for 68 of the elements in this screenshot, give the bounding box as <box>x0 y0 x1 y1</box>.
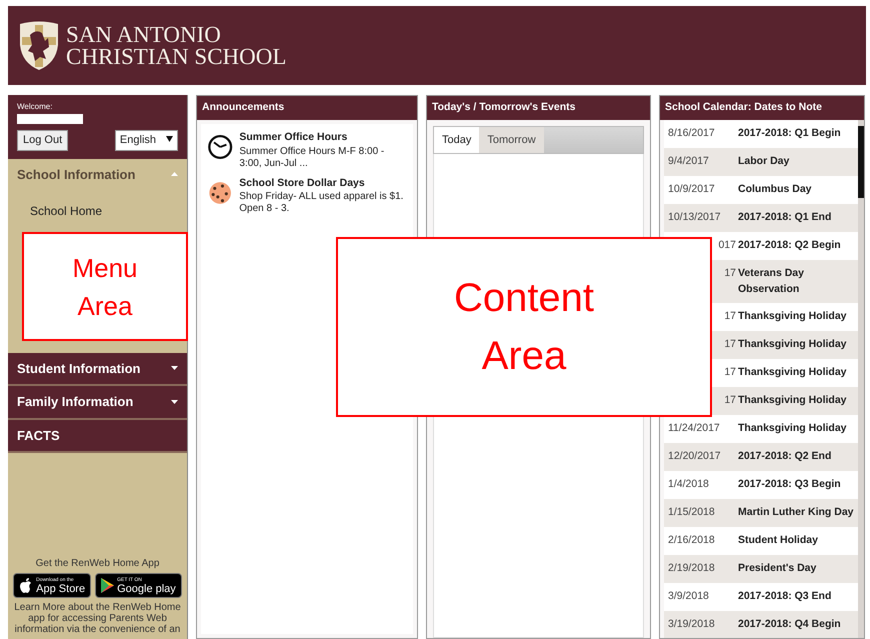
announcement-text: Shop Friday- ALL used apparel is $1. Open 8 - 3. <box>239 191 404 216</box>
panel-title: Announcements <box>197 96 417 120</box>
date-cell-text: 10/9/2017 <box>668 182 716 197</box>
caret-icon <box>171 172 178 176</box>
event-cell-text: Veterans Day Observation <box>738 266 805 296</box>
event-cell-text: Columbus Day <box>738 182 812 197</box>
menu-item[interactable]: FACTS <box>8 420 187 453</box>
caret-icon <box>171 366 178 370</box>
event-cell-text: Thanksgiving Holiday <box>738 365 847 380</box>
event-cell-text: Thanksgiving Holiday <box>738 337 847 352</box>
event-cell-text: Thanksgiving Holiday <box>738 309 847 324</box>
apple-icon <box>19 578 34 594</box>
tab[interactable]: Today <box>434 126 480 153</box>
play-icon <box>101 578 114 593</box>
date-cell-text: 17 <box>723 337 737 352</box>
event-cell-text: 2017-2018: Q1 Begin <box>738 126 841 141</box>
learn-more-link[interactable]: Learn More <box>14 602 66 613</box>
date-cell-text: 3/19/2018 <box>668 617 716 632</box>
event-cell-text: 2017-2018: Q3 Begin <box>738 477 841 492</box>
submenu-link[interactable]: School Home <box>30 204 102 218</box>
date-cell-text: 2/19/2018 <box>668 561 716 576</box>
announcement-text: Summer Office Hours M-F 8:00 - 3:00, Jun-Jul ... <box>239 146 386 170</box>
event-cell-text: 2017-2018: Q2 Begin <box>738 238 841 253</box>
date-cell-text: 17 <box>723 393 737 408</box>
annotation-label: Content Area <box>336 237 712 417</box>
announcement-title[interactable]: School Store Dollar Days <box>239 176 407 192</box>
caret-icon <box>171 400 178 404</box>
event-cell-text: 2017-2018: Q3 End <box>738 589 832 604</box>
announcement-title[interactable]: Summer Office Hours <box>239 130 407 146</box>
event-cell-text: Thanksgiving Holiday <box>738 421 847 436</box>
event-cell-text: 2017-2018: Q4 Begin <box>738 617 841 632</box>
event-cell-text: Labor Day <box>738 154 790 169</box>
school-name: CHRISTIAN SCHOOL <box>66 46 286 68</box>
event-cell-text: President's Day <box>738 561 816 576</box>
event-cell-text: Student Holiday <box>738 533 818 548</box>
date-cell-text: 11/24/2017 <box>668 421 721 436</box>
panel-title: Today's / Tomorrow's Events <box>427 96 650 120</box>
event-cell-text: Thanksgiving Holiday <box>738 393 847 408</box>
date-cell-text: 1/4/2018 <box>668 477 710 492</box>
annotation-label: Menu Area <box>22 232 188 341</box>
date-cell-text: 10/13/2017 <box>668 210 722 225</box>
redaction-bar <box>17 114 83 124</box>
event-cell-text: 2017-2018: Q2 End <box>738 449 832 464</box>
promo-text: Learn More about the RenWeb Home app for accessing Parents Web information via the convenience of an <box>13 602 182 635</box>
panel-title: School Calendar: Dates to Note <box>660 96 864 120</box>
event-cell-text: 2017-2018: Q1 End <box>738 210 832 225</box>
tab[interactable]: Tomorrow <box>479 126 544 153</box>
date-cell-text: 17 <box>723 309 737 324</box>
menu-item[interactable]: Family Information <box>8 386 187 420</box>
date-cell-text: 9/4/2017 <box>668 154 710 169</box>
welcome-label: Welcome: <box>17 101 54 113</box>
event-cell-text: Martin Luther King Day <box>738 505 854 520</box>
logout-button[interactable]: Log Out <box>17 130 68 150</box>
school-name: SAN ANTONIO <box>66 24 222 46</box>
date-cell-text: 12/20/2017 <box>668 449 722 464</box>
language-select[interactable]: English <box>114 130 178 150</box>
date-cell-text: 3/9/2018 <box>668 589 710 604</box>
date-cell-text: 017 <box>717 238 737 253</box>
date-cell-text: 1/15/2018 <box>668 505 716 520</box>
date-cell-text: 17 <box>723 365 737 380</box>
scrollbar[interactable] <box>858 120 864 638</box>
date-cell-text: 17 <box>723 266 737 281</box>
date-cell-text: 8/16/2017 <box>668 126 716 141</box>
promo-title: Get the RenWeb Home App <box>34 558 160 569</box>
date-cell-text: 2/16/2018 <box>668 533 716 548</box>
menu-item[interactable]: Student Information <box>8 352 187 386</box>
caret-icon <box>166 136 173 142</box>
shield-logo-icon <box>18 20 60 70</box>
